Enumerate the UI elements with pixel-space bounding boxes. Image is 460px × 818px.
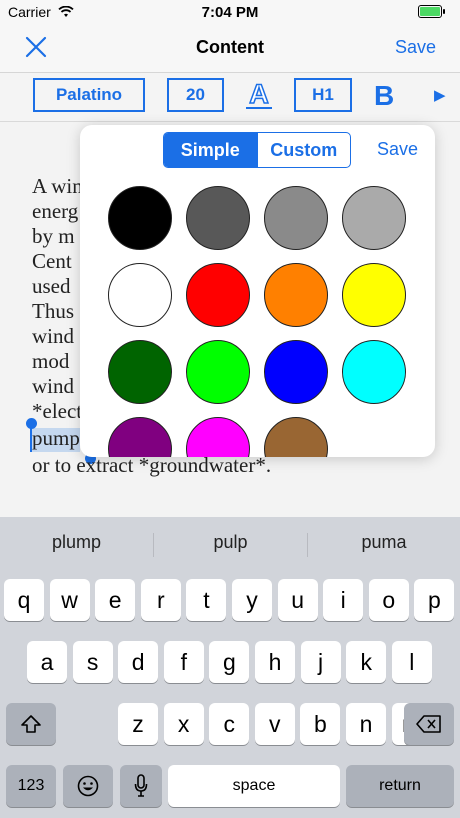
space-key[interactable]: space — [168, 765, 340, 807]
letter-key[interactable]: b — [300, 703, 341, 745]
letter-key[interactable]: o — [368, 579, 409, 621]
color-swatch[interactable] — [108, 263, 172, 327]
letter-key[interactable]: f — [163, 641, 204, 683]
color-swatch[interactable] — [342, 340, 406, 404]
selection-start-bar — [30, 426, 32, 452]
letter-key[interactable]: p — [414, 579, 455, 621]
letter-key[interactable]: l — [391, 641, 432, 683]
color-swatch[interactable] — [264, 340, 328, 404]
font-size-button[interactable]: 20 — [167, 78, 224, 112]
text-line: wind — [32, 324, 74, 348]
text-line: energ — [32, 199, 79, 223]
bold-button[interactable]: B — [374, 78, 400, 114]
letter-key[interactable]: d — [118, 641, 159, 683]
color-swatch[interactable] — [186, 340, 250, 404]
delete-key[interactable] — [404, 703, 454, 745]
text-line: A win — [32, 174, 83, 198]
letter-key[interactable]: g — [209, 641, 250, 683]
color-swatch[interactable] — [108, 417, 172, 457]
heading-button[interactable]: H1 — [294, 78, 352, 112]
font-family-button[interactable]: Palatino — [33, 78, 145, 112]
color-swatch[interactable] — [264, 263, 328, 327]
suggestion-item[interactable]: plump — [0, 532, 153, 553]
text-line: Cent — [32, 249, 72, 273]
segment-custom[interactable]: Custom — [256, 133, 351, 167]
color-swatch[interactable] — [342, 186, 406, 250]
letter-key[interactable]: e — [95, 579, 136, 621]
color-swatch[interactable] — [186, 263, 250, 327]
letter-key[interactable]: n — [346, 703, 386, 745]
dictation-key[interactable] — [120, 765, 162, 807]
shift-key[interactable] — [6, 703, 56, 745]
letter-key[interactable]: c — [209, 703, 250, 745]
text-line: Thus — [32, 299, 74, 323]
status-bar: Carrier 7:04 PM — [0, 0, 460, 24]
text-color-icon: A — [249, 78, 270, 110]
suggestion-item[interactable]: puma — [308, 532, 460, 553]
selected-text: pump — [32, 426, 80, 450]
color-picker-popover: Simple Custom Save — [80, 125, 435, 457]
letter-key[interactable]: q — [4, 579, 44, 621]
letter-key[interactable]: i — [323, 579, 364, 621]
return-key[interactable]: return — [346, 765, 454, 807]
navigation-bar: Content Save — [0, 24, 460, 73]
letter-key[interactable]: z — [118, 703, 158, 745]
color-swatch[interactable] — [186, 417, 250, 457]
shift-icon — [21, 715, 41, 733]
text-line: *elect — [32, 399, 83, 423]
save-button[interactable]: Save — [395, 37, 436, 58]
microphone-icon — [134, 774, 148, 797]
letter-key[interactable]: t — [186, 579, 227, 621]
keyboard: plump pulp puma qwertyuiop asdfghjkl zxcvb… — [0, 517, 460, 818]
format-toolbar: Palatino 20 A H1 B ▶ — [0, 73, 460, 122]
text-line: mod — [32, 349, 70, 373]
selection-start-handle[interactable] — [26, 418, 37, 429]
delete-icon — [416, 715, 441, 733]
letter-key[interactable]: j — [300, 641, 341, 683]
page-title: Content — [196, 37, 264, 57]
text-line: used — [32, 274, 71, 298]
color-swatch[interactable] — [108, 340, 172, 404]
segment-simple[interactable]: Simple — [164, 133, 257, 167]
letter-key[interactable]: v — [254, 703, 295, 745]
battery-icon — [418, 5, 442, 18]
color-swatch[interactable] — [264, 186, 328, 250]
color-swatch[interactable] — [186, 186, 250, 250]
letter-key[interactable]: u — [277, 579, 318, 621]
letter-key[interactable]: h — [255, 641, 295, 683]
letter-key[interactable]: y — [232, 579, 272, 621]
popover-save-button[interactable]: Save — [377, 139, 418, 160]
letter-key[interactable]: a — [27, 641, 67, 683]
color-swatch[interactable] — [108, 186, 172, 250]
text-line: by m — [32, 224, 75, 248]
text-line: wind — [32, 374, 74, 398]
color-mode-segmented-control: Simple Custom — [163, 132, 351, 168]
letter-key[interactable]: s — [72, 641, 113, 683]
letter-key[interactable]: k — [346, 641, 387, 683]
suggestion-item[interactable]: pulp — [154, 532, 307, 553]
color-swatch[interactable] — [342, 263, 406, 327]
letter-key[interactable]: w — [49, 579, 90, 621]
letter-key[interactable]: x — [163, 703, 204, 745]
emoji-key[interactable] — [63, 765, 113, 807]
numbers-key[interactable]: 123 — [6, 765, 56, 807]
battery-tip — [443, 9, 445, 14]
color-swatch[interactable] — [264, 417, 328, 457]
clock: 7:04 PM — [201, 4, 259, 21]
letter-key[interactable]: r — [140, 579, 181, 621]
emoji-icon — [77, 775, 99, 797]
more-arrow-button[interactable]: ▶ — [434, 86, 446, 104]
text-color-button[interactable]: A — [246, 78, 272, 113]
